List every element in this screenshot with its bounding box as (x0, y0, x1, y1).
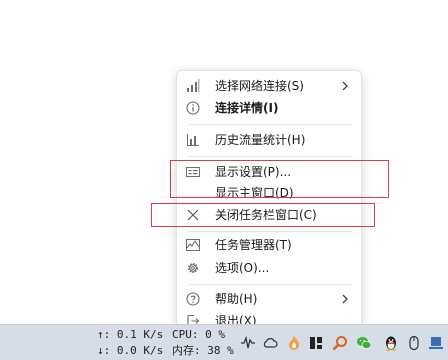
menu-item-help[interactable]: 帮助(H) (177, 288, 361, 310)
cloud-icon[interactable] (262, 335, 278, 351)
wechat-icon[interactable] (356, 335, 372, 351)
menu-separator (187, 156, 352, 157)
menu-item-history-traffic[interactable]: 历史流量统计(H) (177, 129, 361, 151)
menu-item-options[interactable]: 选项(O)... (177, 257, 361, 279)
menu-item-select-network[interactable]: 选择网络连接(S) (177, 75, 361, 97)
pc-icon[interactable] (428, 335, 444, 351)
menu-item-label: 选项(O)... (215, 261, 270, 275)
upload-speed: ↑: 0.1 K/s (97, 328, 164, 341)
menu-item-label: 任务管理器(T) (215, 238, 292, 252)
memory-usage: 内存: 38 % (172, 344, 234, 357)
flame-app-icon[interactable] (286, 335, 302, 351)
menu-item-display-settings[interactable]: 显示设置(P)... (177, 161, 361, 183)
menu-separator (187, 231, 352, 232)
gear-icon (186, 261, 200, 275)
help-icon (186, 292, 200, 306)
chevron-right-icon (341, 294, 349, 304)
qq-penguin-icon[interactable] (383, 335, 399, 351)
cpu-usage: CPU: 0 % (172, 328, 225, 341)
menu-item-label: 显示主窗口(D) (215, 186, 294, 200)
magnifier-icon[interactable] (332, 335, 348, 351)
bar-chart-icon (186, 133, 200, 147)
menu-item-label: 连接详情(I) (215, 101, 279, 115)
menu-item-label: 选择网络连接(S) (215, 79, 304, 93)
menu-item-label: 显示设置(P)... (215, 165, 292, 179)
bookmark-icon[interactable] (308, 335, 324, 351)
context-menu: 选择网络连接(S) 连接详情(I) 历史流量统计(H) 显示设置(P)... 显… (176, 70, 362, 335)
close-icon (186, 208, 200, 222)
taskbar: ↑: 0.1 K/s ↓: 0.0 K/s CPU: 0 % 内存: 38 % (0, 324, 448, 360)
network-signal-icon (186, 79, 200, 93)
chevron-right-icon (341, 81, 349, 91)
info-icon (186, 101, 200, 115)
menu-item-show-main-window[interactable]: 显示主窗口(D) (177, 182, 361, 204)
menu-item-label: 帮助(H) (215, 292, 258, 306)
display-settings-icon (186, 165, 200, 179)
menu-item-task-manager[interactable]: 任务管理器(T) (177, 234, 361, 256)
menu-item-close-taskbar-window[interactable]: 关闭任务栏窗口(C) (177, 204, 361, 226)
task-manager-icon (186, 238, 200, 252)
menu-separator (187, 124, 352, 125)
mouse-icon[interactable] (406, 335, 422, 351)
download-speed: ↓: 0.0 K/s (97, 344, 164, 357)
menu-item-label: 历史流量统计(H) (215, 133, 306, 147)
audio-wave-icon[interactable] (240, 335, 256, 351)
menu-item-label: 关闭任务栏窗口(C) (215, 208, 317, 222)
menu-item-connection-details[interactable]: 连接详情(I) (177, 97, 361, 119)
menu-separator (187, 284, 352, 285)
